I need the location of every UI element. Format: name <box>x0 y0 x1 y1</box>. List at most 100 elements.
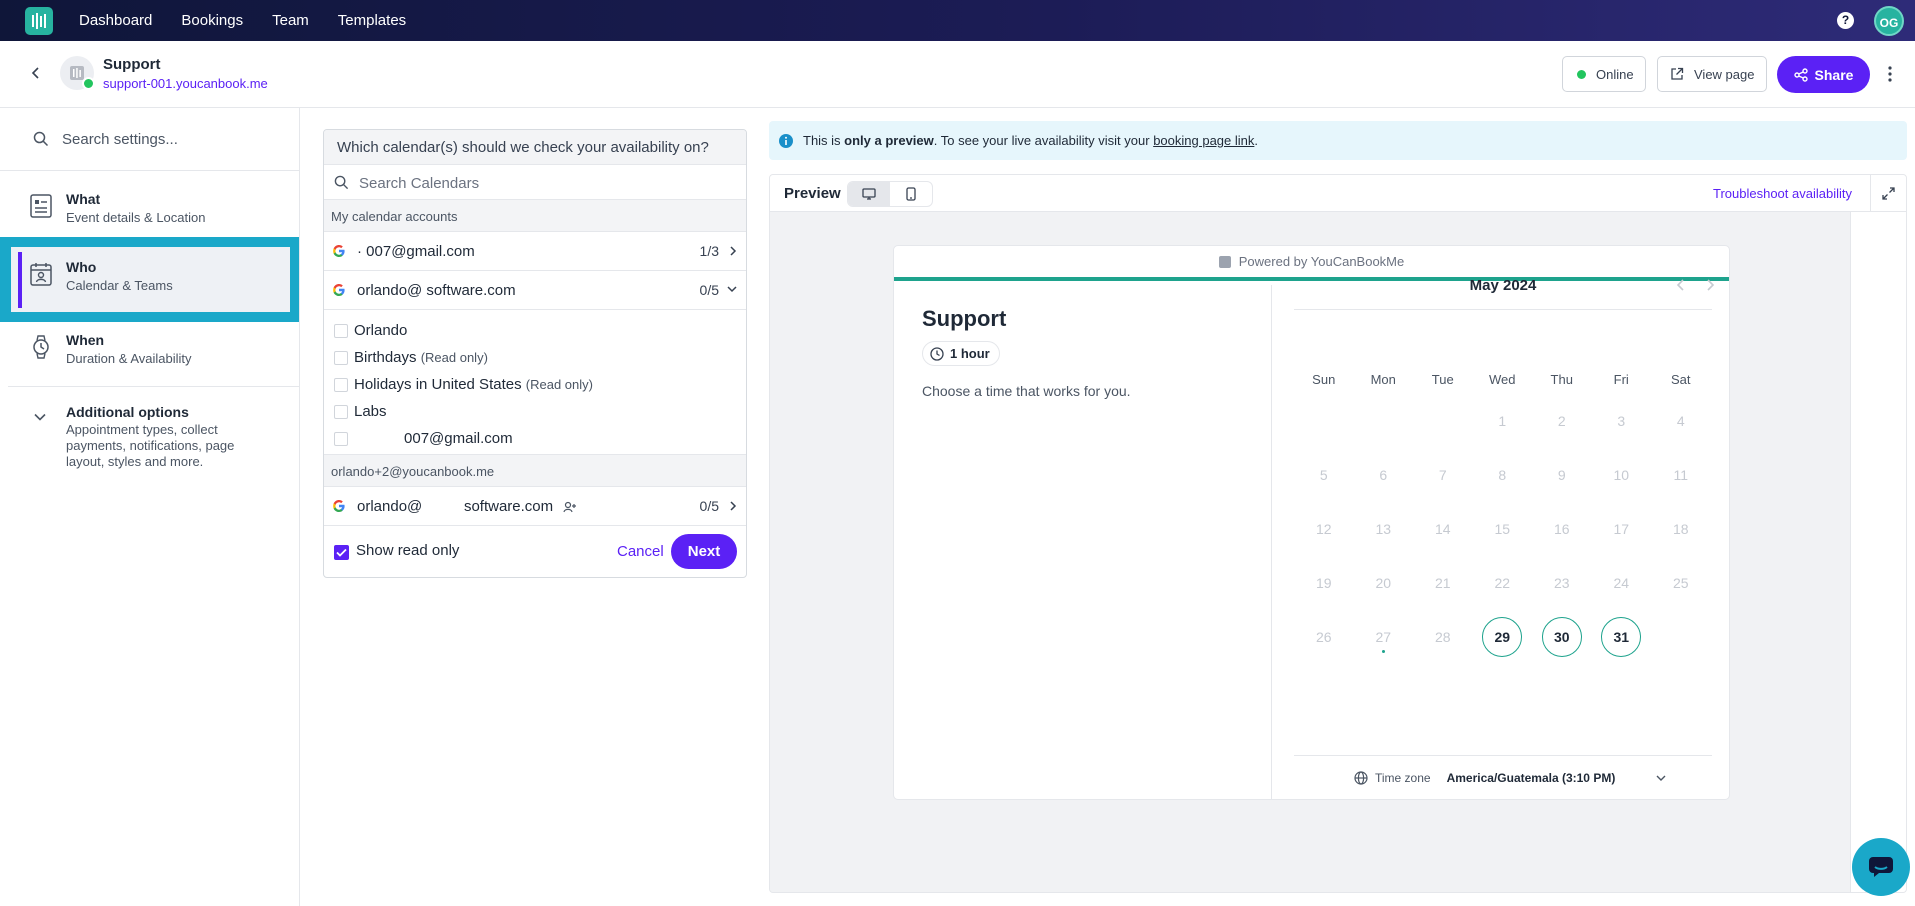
share-icon <box>1793 67 1808 82</box>
powered-by-bar: Powered by YouCanBookMe <box>894 246 1729 281</box>
chevron-down-icon <box>1656 775 1666 781</box>
banner-bold-text: only a preview <box>844 133 934 148</box>
sub-calendar-item[interactable]: 007@gmail.com <box>324 426 746 453</box>
next-month-icon[interactable] <box>1704 278 1716 292</box>
desktop-view-button[interactable] <box>848 182 890 206</box>
nav-templates[interactable]: Templates <box>338 12 406 29</box>
calendar-day: 20 <box>1375 575 1392 591</box>
panel-footer: Show read only Cancel Next <box>324 526 746 577</box>
prev-month-icon[interactable] <box>1675 278 1687 292</box>
banner-text: This is <box>803 133 845 148</box>
online-dot-icon <box>1577 69 1586 79</box>
calendar-day: 27 <box>1354 610 1414 664</box>
shared-user-icon <box>563 501 577 513</box>
section-header: My calendar accounts <box>324 200 746 232</box>
calendar-name: Birthdays <box>354 349 417 366</box>
chat-support-button[interactable] <box>1852 838 1910 896</box>
preview-panel: Preview Troubleshoot availability Powere… <box>769 174 1907 893</box>
calendar-day: 22 <box>1494 575 1511 591</box>
calendar-day: 24 <box>1613 575 1630 591</box>
expand-preview-button[interactable] <box>1870 175 1906 212</box>
available-day[interactable]: 30 <box>1532 610 1592 664</box>
nav-dashboard[interactable]: Dashboard <box>79 12 152 29</box>
online-label: Online <box>1596 66 1634 82</box>
powered-by-text: Powered by YouCanBookMe <box>1238 254 1405 269</box>
sub-calendar-item[interactable]: Holidays in United States (Read only) <box>324 372 746 399</box>
available-day[interactable]: 29 <box>1473 610 1533 664</box>
additional-options-desc: Appointment types, collect payments, not… <box>66 422 235 469</box>
more-options-icon[interactable] <box>1887 65 1893 83</box>
page-header: Support support-001.youcanbook.me Online… <box>0 41 1915 108</box>
sub-calendar-item[interactable]: Labs <box>324 399 746 426</box>
weekday-headers: Sun Mon Tue Wed Thu Fri Sat <box>1294 372 1712 387</box>
calendar-search-input[interactable] <box>359 171 729 195</box>
online-status-button[interactable]: Online <box>1562 56 1646 92</box>
nav-bookings[interactable]: Bookings <box>181 12 243 29</box>
page-title: Support <box>103 56 161 73</box>
banner-text: . <box>1254 133 1259 148</box>
show-read-only-label[interactable]: Show read only <box>356 542 459 559</box>
calendar-day: 23 <box>1553 575 1570 591</box>
calendar-day: 16 <box>1553 521 1570 537</box>
timezone-selector[interactable]: Time zone America/Guatemala (3:10 PM) <box>1294 771 1712 785</box>
mobile-view-button[interactable] <box>890 182 932 206</box>
cancel-button[interactable]: Cancel <box>617 543 664 560</box>
troubleshoot-link[interactable]: Troubleshoot availability <box>1713 186 1852 201</box>
calendar-checkbox[interactable] <box>334 405 348 419</box>
sidebar-item-subtitle: Duration & Availability <box>66 351 192 366</box>
calendar-checkbox[interactable] <box>334 378 348 392</box>
user-avatar[interactable]: OG <box>1874 6 1904 36</box>
calendar-selection-panel: Which calendar(s) should we check your a… <box>323 129 747 578</box>
team-account-row[interactable]: orlando@ software.com 0/5 <box>324 487 746 526</box>
booking-url-link[interactable]: support-001.youcanbook.me <box>103 76 268 91</box>
day-number[interactable]: 31 <box>1601 617 1642 657</box>
sub-calendar-item[interactable]: Birthdays (Read only) <box>324 345 746 372</box>
checkmark-icon <box>336 548 347 557</box>
nav-team[interactable]: Team <box>272 12 309 29</box>
account-email: orlando@ software.com <box>357 498 554 515</box>
calendar-day: 19 <box>1315 575 1332 591</box>
sidebar-item-when[interactable]: When Duration & Availability <box>0 320 299 386</box>
calendar-checkbox[interactable] <box>334 432 348 446</box>
calendar-week: 19 20 21 22 23 24 25 <box>1294 556 1712 610</box>
calendar-day: 28 <box>1434 629 1451 645</box>
calendar-day: 18 <box>1672 521 1689 537</box>
sidebar-item-what[interactable]: What Event details & Location <box>0 179 299 245</box>
help-icon[interactable]: ? <box>1837 12 1854 29</box>
calendar-account-row[interactable]: · 007@gmail.com 1/3 <box>324 232 746 271</box>
show-read-only-checkbox[interactable] <box>334 545 349 560</box>
service-info: Support 1 hour Choose a time that works … <box>894 285 1272 799</box>
day-number[interactable]: 30 <box>1541 617 1582 657</box>
sub-calendar-item[interactable]: Orlando <box>324 318 746 345</box>
sidebar-item-who[interactable]: Who Calendar & Teams <box>11 247 290 312</box>
settings-search-input[interactable] <box>62 124 282 154</box>
day-number[interactable]: 29 <box>1482 617 1523 657</box>
share-button[interactable]: Share <box>1777 56 1870 93</box>
back-arrow-icon[interactable] <box>28 65 44 81</box>
timezone-value: America/Guatemala (3:10 PM) <box>1446 771 1616 785</box>
calendar-account-row[interactable]: orlando@ software.com 0/5 <box>324 271 746 310</box>
search-icon <box>33 131 49 147</box>
calendar-checkbox[interactable] <box>334 351 348 365</box>
calendar-day: 26 <box>1315 629 1332 645</box>
service-title: Support <box>922 306 1007 331</box>
view-page-button[interactable]: View page <box>1657 56 1767 92</box>
calendar-day: 21 <box>1434 575 1451 591</box>
calendar-day: 5 <box>1319 467 1328 483</box>
weekday-header: Mon <box>1370 372 1396 387</box>
calendar-name: 007@gmail.com <box>354 430 513 447</box>
expand-icon <box>1882 187 1895 200</box>
app-logo-icon[interactable] <box>25 6 53 35</box>
account-email: · 007@gmail.com <box>357 243 475 260</box>
available-day[interactable]: 31 <box>1592 610 1652 664</box>
booking-page-link[interactable]: booking page link <box>1153 133 1254 148</box>
calendar-checkbox[interactable] <box>334 324 348 338</box>
timezone-divider <box>1294 755 1712 756</box>
calendar-search <box>324 165 746 200</box>
active-indicator <box>18 252 22 308</box>
additional-options[interactable]: Additional options Appointment types, co… <box>0 398 299 478</box>
next-button[interactable]: Next <box>671 534 737 569</box>
calendar-day: 7 <box>1438 467 1447 483</box>
device-toggle <box>847 181 933 207</box>
booking-card: Powered by YouCanBookMe Support 1 hour C… <box>893 245 1730 800</box>
